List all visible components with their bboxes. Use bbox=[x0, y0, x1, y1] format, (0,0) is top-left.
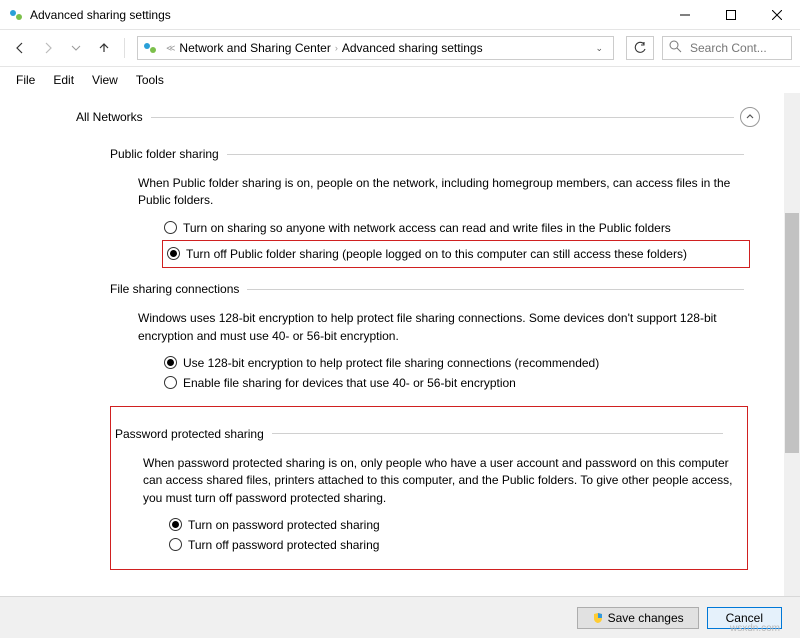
separator-line bbox=[247, 289, 744, 290]
radio-icon[interactable] bbox=[164, 376, 177, 389]
app-icon bbox=[8, 7, 24, 23]
radio-icon[interactable] bbox=[169, 518, 182, 531]
radio-icon[interactable] bbox=[167, 247, 180, 260]
separator-line bbox=[227, 154, 744, 155]
search-input[interactable]: Search Cont... bbox=[662, 36, 792, 60]
subsection-label: File sharing connections bbox=[110, 282, 239, 296]
collapse-icon[interactable] bbox=[740, 107, 760, 127]
subsection-file-sharing: File sharing connections bbox=[110, 278, 744, 300]
scrollbar-thumb[interactable] bbox=[785, 213, 799, 453]
button-label: Save changes bbox=[608, 611, 684, 625]
recent-button[interactable] bbox=[64, 36, 88, 60]
radio-label: Enable file sharing for devices that use… bbox=[183, 375, 516, 392]
scrollbar[interactable] bbox=[784, 93, 800, 603]
separator bbox=[124, 38, 125, 58]
button-label: Cancel bbox=[726, 611, 763, 625]
separator-line bbox=[151, 117, 734, 118]
cancel-button[interactable]: Cancel bbox=[707, 607, 782, 629]
subsection-label: Password protected sharing bbox=[115, 427, 264, 441]
search-icon bbox=[669, 40, 682, 56]
radio-icon[interactable] bbox=[164, 356, 177, 369]
chevron-down-icon[interactable]: ⌄ bbox=[589, 43, 609, 54]
radio-public-off[interactable]: Turn off Public folder sharing (people l… bbox=[167, 246, 745, 263]
forward-button[interactable] bbox=[36, 36, 60, 60]
radio-label: Turn off Public folder sharing (people l… bbox=[186, 246, 687, 263]
back-button[interactable] bbox=[8, 36, 32, 60]
breadcrumb-icon bbox=[142, 40, 158, 56]
section-all-networks[interactable]: All Networks bbox=[76, 101, 760, 133]
radio-label: Turn on sharing so anyone with network a… bbox=[183, 220, 671, 237]
radio-label: Turn off password protected sharing bbox=[188, 537, 379, 554]
search-placeholder: Search Cont... bbox=[690, 41, 767, 55]
save-changes-button[interactable]: Save changes bbox=[577, 607, 699, 629]
window-title: Advanced sharing settings bbox=[30, 8, 662, 22]
radio-public-on[interactable]: Turn on sharing so anyone with network a… bbox=[164, 220, 744, 237]
subsection-label: Public folder sharing bbox=[110, 147, 219, 161]
radio-password-off[interactable]: Turn off password protected sharing bbox=[169, 537, 723, 554]
radio-password-on[interactable]: Turn on password protected sharing bbox=[169, 517, 723, 534]
radio-label: Turn on password protected sharing bbox=[188, 517, 380, 534]
breadcrumb[interactable]: ≪ Network and Sharing Center › Advanced … bbox=[137, 36, 614, 60]
chevron-icon: ≪ bbox=[166, 43, 175, 54]
menu-edit[interactable]: Edit bbox=[45, 71, 82, 89]
breadcrumb-current[interactable]: Advanced sharing settings bbox=[342, 41, 483, 55]
subsection-password: Password protected sharing bbox=[115, 423, 723, 445]
minimize-button[interactable] bbox=[662, 0, 708, 30]
radio-4056bit[interactable]: Enable file sharing for devices that use… bbox=[164, 375, 744, 392]
radio-icon[interactable] bbox=[169, 538, 182, 551]
breadcrumb-parent[interactable]: Network and Sharing Center bbox=[179, 41, 330, 55]
maximize-button[interactable] bbox=[708, 0, 754, 30]
password-desc: When password protected sharing is on, o… bbox=[143, 455, 735, 507]
menu-tools[interactable]: Tools bbox=[128, 71, 172, 89]
section-label: All Networks bbox=[76, 110, 143, 124]
separator-line bbox=[272, 433, 723, 434]
file-sharing-desc: Windows uses 128-bit encryption to help … bbox=[138, 310, 744, 345]
subsection-public-folder: Public folder sharing bbox=[110, 143, 744, 165]
public-folder-desc: When Public folder sharing is on, people… bbox=[138, 175, 744, 210]
menu-view[interactable]: View bbox=[84, 71, 126, 89]
close-button[interactable] bbox=[754, 0, 800, 30]
shield-icon bbox=[592, 612, 604, 624]
radio-label: Use 128-bit encryption to help protect f… bbox=[183, 355, 599, 372]
refresh-button[interactable] bbox=[626, 36, 654, 60]
up-button[interactable] bbox=[92, 36, 116, 60]
menu-file[interactable]: File bbox=[8, 71, 43, 89]
radio-128bit[interactable]: Use 128-bit encryption to help protect f… bbox=[164, 355, 744, 372]
chevron-right-icon: › bbox=[335, 43, 338, 53]
radio-icon[interactable] bbox=[164, 221, 177, 234]
